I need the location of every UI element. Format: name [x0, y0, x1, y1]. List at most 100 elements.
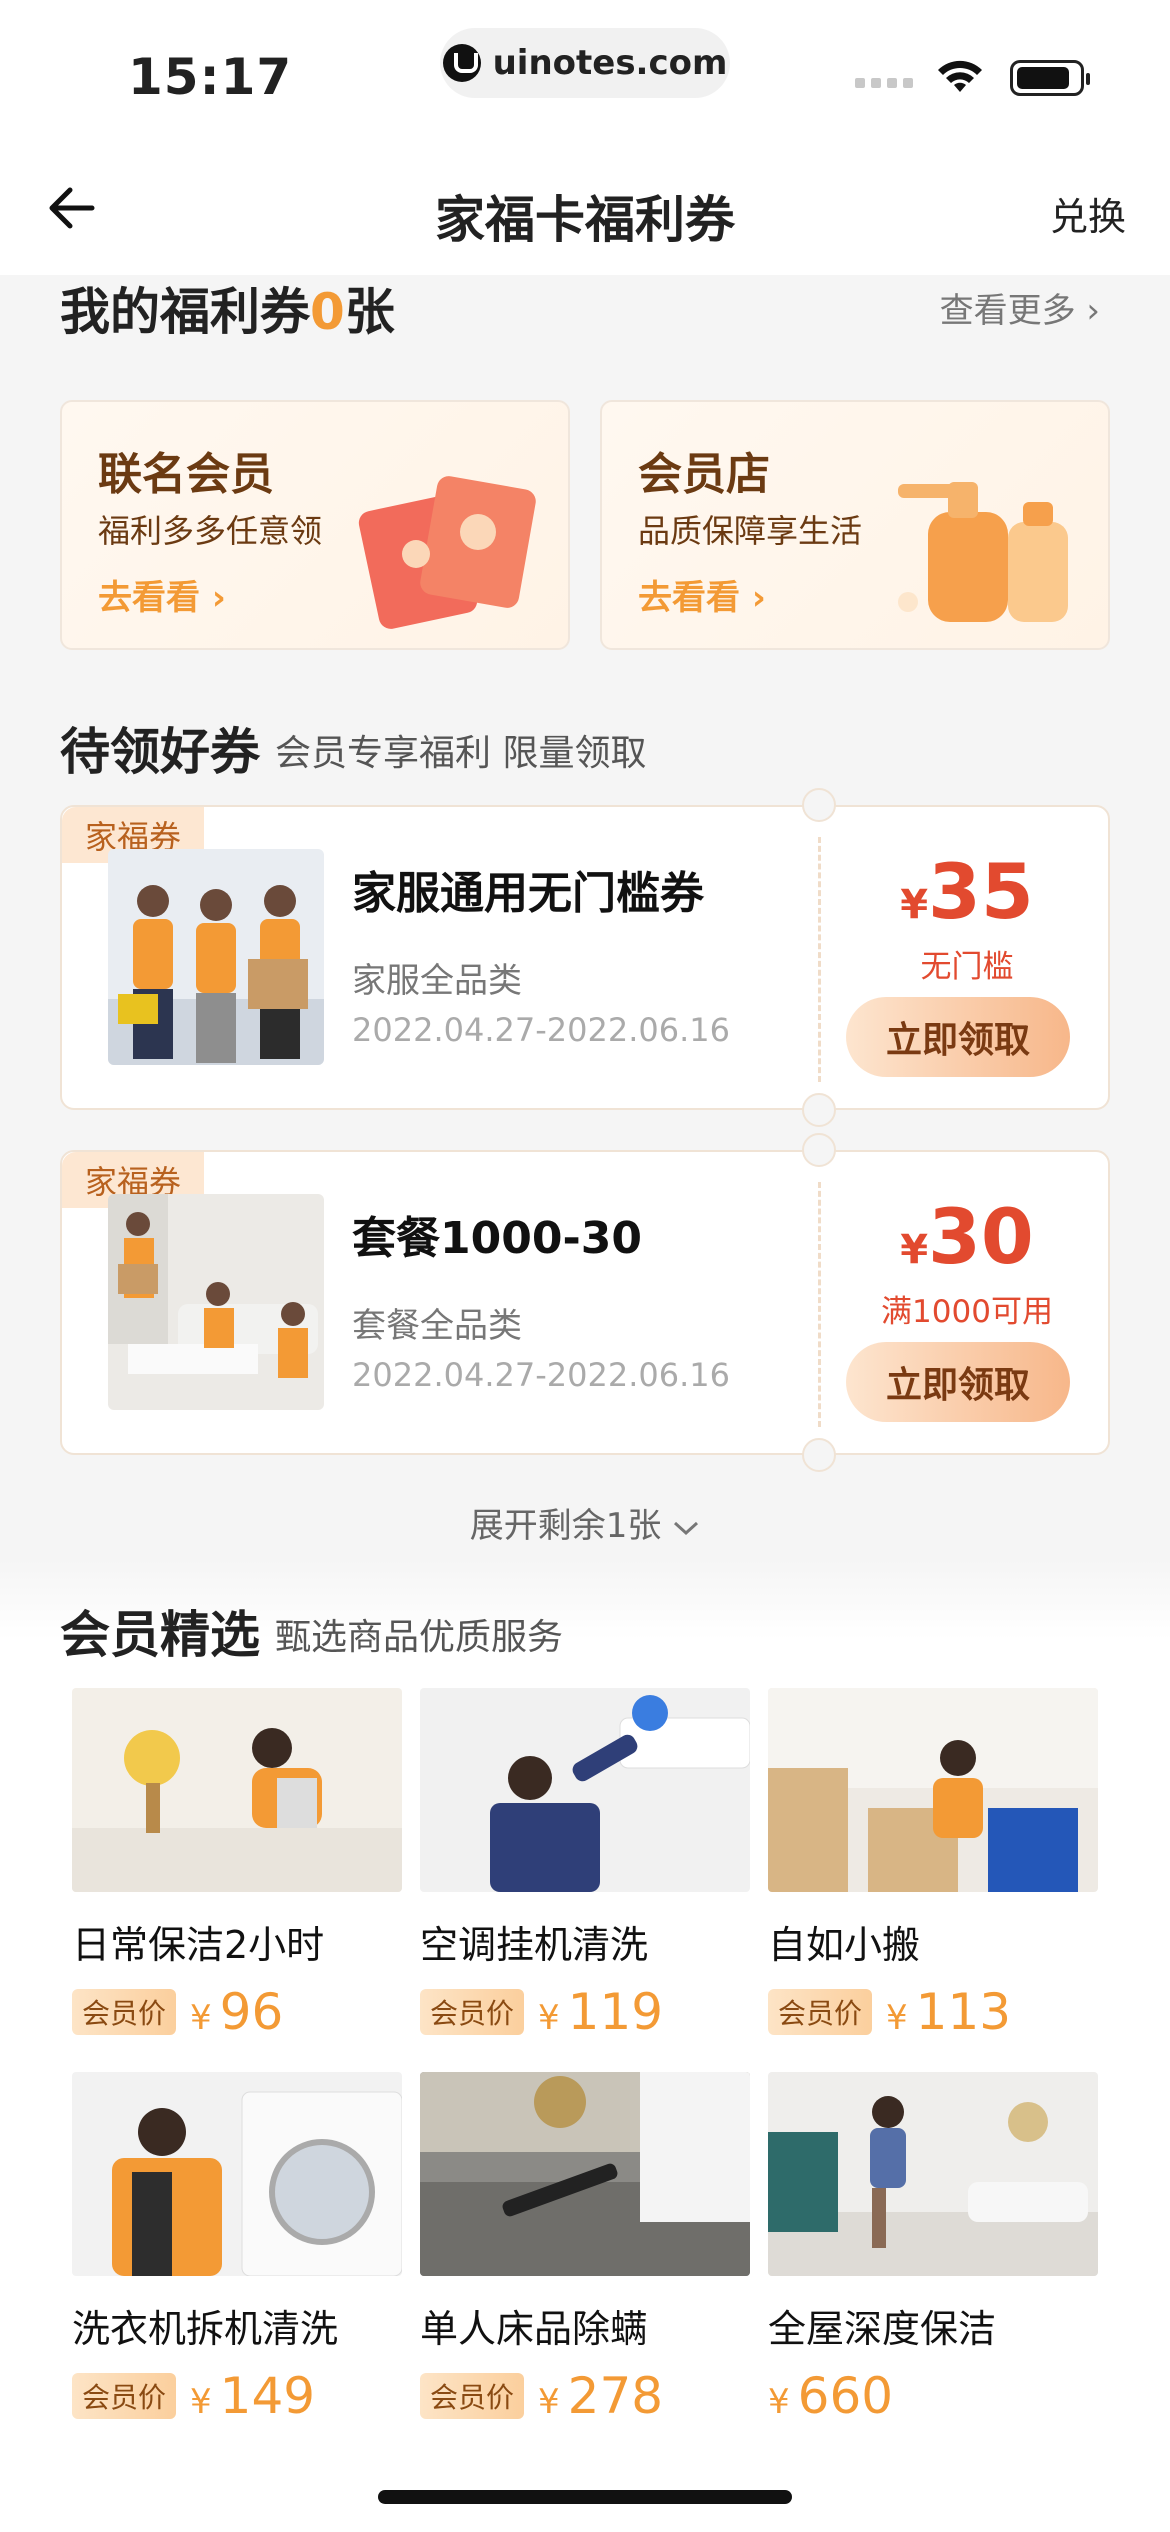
- member-price-badge: 会员价: [768, 1989, 873, 2035]
- product-photo-deep-cleaning: [768, 2072, 1098, 2276]
- claim-button[interactable]: 立即领取: [846, 997, 1070, 1077]
- cleaning-bottles-icon: [898, 482, 1068, 622]
- product-card[interactable]: 自如小搬 会员价 ¥113: [768, 1688, 1098, 2041]
- claim-button[interactable]: 立即领取: [846, 1342, 1070, 1422]
- chevron-right-icon: ›: [740, 578, 766, 618]
- chevron-down-icon: [674, 1521, 699, 1535]
- promo-subtitle: 品质保障享生活: [638, 512, 863, 550]
- battery-icon: [1010, 60, 1090, 96]
- product-photo-daily-cleaning: [72, 1688, 402, 1892]
- product-name: 单人床品除螨: [420, 2307, 649, 2351]
- yen-symbol: ¥: [900, 1227, 929, 1273]
- coupon-category: 套餐全品类: [352, 1306, 522, 1346]
- product-name: 日常保洁2小时: [72, 1923, 325, 1967]
- coupon-amount: ¥30: [822, 1192, 1112, 1281]
- product-photo-small-moving: [768, 1688, 1098, 1892]
- coupon-category: 家服全品类: [352, 961, 522, 1001]
- product-price: ¥149: [190, 2367, 315, 2425]
- products-section-subtitle: 甄选商品优质服务: [275, 1617, 564, 1658]
- coupon-section-title: 待领好券: [60, 723, 260, 781]
- coupon-notch: [802, 788, 836, 822]
- yen-symbol: ¥: [190, 2382, 212, 2422]
- product-photo-washer-cleaning: [72, 2072, 403, 2277]
- product-price-value: 660: [797, 2367, 894, 2425]
- promo-card-member-store[interactable]: 会员店 品质保障享生活 去看看 ›: [600, 400, 1110, 650]
- promo-title: 联名会员: [98, 449, 274, 500]
- my-coupons-title-suffix: 张: [344, 283, 395, 341]
- coupon-condition: 无门槛: [920, 949, 1014, 985]
- chevron-right-icon: ›: [200, 578, 226, 618]
- see-more-link[interactable]: 查看更多 ›: [940, 283, 1100, 332]
- product-card[interactable]: 日常保洁2小时 会员价 ¥96: [72, 1688, 402, 2041]
- product-price-value: 149: [219, 2367, 316, 2425]
- home-indicator[interactable]: [378, 2490, 792, 2504]
- product-photo-ac-cleaning: [420, 1688, 751, 1892]
- nav-bar: 家福卡福利券 兑换: [0, 150, 1170, 275]
- product-price-value: 113: [915, 1983, 1012, 2041]
- coupon-section-subtitle: 会员专享福利 限量领取: [275, 733, 647, 774]
- status-time: 15:17: [128, 48, 293, 106]
- yen-symbol: ¥: [538, 2382, 560, 2422]
- coupon-notch: [802, 1133, 836, 1167]
- product-price-row: 会员价 ¥278: [420, 2367, 750, 2425]
- product-photo-mite-removal: [420, 2072, 750, 2276]
- coupon-divider: [818, 1182, 821, 1427]
- promo-link-label: 去看看: [98, 578, 200, 618]
- product-price: ¥96: [190, 1983, 283, 2041]
- my-coupons-count: 0: [310, 283, 345, 341]
- expand-label: 展开剩余1张: [469, 1506, 662, 1546]
- coupon-name: 套餐1000-30: [352, 1213, 642, 1264]
- product-card[interactable]: 空调挂机清洗 会员价 ¥119: [420, 1688, 751, 2041]
- product-price-row: 会员价 ¥113: [768, 1983, 1098, 2041]
- my-coupons-title-prefix: 我的福利券: [60, 283, 310, 341]
- status-bar: 15:17 uinotes.com: [0, 0, 1170, 150]
- product-price-value: 278: [567, 2367, 664, 2425]
- product-card[interactable]: 全屋深度保洁 ¥660: [768, 2072, 1098, 2425]
- product-name: 空调挂机清洗: [420, 1923, 649, 1967]
- yen-symbol: ¥: [900, 882, 929, 928]
- product-price-row: 会员价 ¥96: [72, 1983, 402, 2041]
- page-title: 家福卡福利券: [435, 191, 735, 249]
- coupon-amount-value: 35: [928, 847, 1034, 936]
- member-price-badge: 会员价: [72, 2373, 177, 2419]
- promo-subtitle: 福利多多任意领: [98, 512, 323, 550]
- chevron-right-icon: ›: [1086, 291, 1100, 331]
- expand-remaining-button[interactable]: 展开剩余1张: [0, 1498, 1170, 1547]
- url-text: uinotes.com: [492, 43, 728, 83]
- promo-link[interactable]: 去看看 ›: [638, 570, 766, 619]
- coupon-condition: 满1000可用: [881, 1294, 1053, 1330]
- promo-card-cobrand[interactable]: 联名会员 福利多多任意领 去看看 ›: [60, 400, 570, 650]
- promo-title: 会员店: [638, 449, 770, 500]
- yen-symbol: ¥: [768, 2382, 790, 2422]
- coupon-photo-living-room: [108, 1194, 324, 1410]
- cellular-signal-icon: [855, 78, 913, 88]
- see-more-label: 查看更多: [939, 291, 1076, 331]
- member-price-badge: 会员价: [420, 1989, 525, 2035]
- product-price-value: 96: [219, 1983, 284, 2041]
- product-price: ¥113: [886, 1983, 1011, 2041]
- url-pill[interactable]: uinotes.com: [440, 28, 730, 98]
- red-envelope-icon: [358, 476, 536, 629]
- coupon-photo-staff: [108, 849, 324, 1065]
- product-name: 自如小搬: [768, 1923, 921, 1967]
- wifi-icon: [938, 60, 982, 92]
- product-card[interactable]: 单人床品除螨 会员价 ¥278: [420, 2072, 750, 2425]
- products-section-title: 会员精选: [60, 1606, 260, 1664]
- coupon-amount-value: 30: [928, 1192, 1034, 1281]
- yen-symbol: ¥: [538, 1998, 560, 2038]
- coupon-divider: [818, 837, 821, 1082]
- my-coupons-title: 我的福利券0张: [60, 272, 395, 344]
- site-logo-icon: [442, 44, 481, 82]
- coupon-date: 2022.04.27-2022.06.16: [352, 1011, 730, 1049]
- product-price: ¥660: [768, 2367, 893, 2425]
- coupon-card: 家福券 家服通用无门槛券 家服全品类 2022.04.27-2022.06.16…: [60, 788, 1110, 1127]
- product-card[interactable]: 洗衣机拆机清洗 会员价 ¥149: [72, 2072, 403, 2425]
- coupon-notch: [802, 1093, 836, 1127]
- promo-link[interactable]: 去看看 ›: [98, 570, 226, 619]
- product-price-row: ¥660: [768, 2367, 1098, 2425]
- product-price: ¥119: [538, 1983, 663, 2041]
- redeem-button[interactable]: 兑换: [1050, 186, 1126, 241]
- coupon-date: 2022.04.27-2022.06.16: [352, 1356, 730, 1394]
- member-price-badge: 会员价: [72, 1989, 177, 2035]
- product-price-row: 会员价 ¥149: [72, 2367, 402, 2425]
